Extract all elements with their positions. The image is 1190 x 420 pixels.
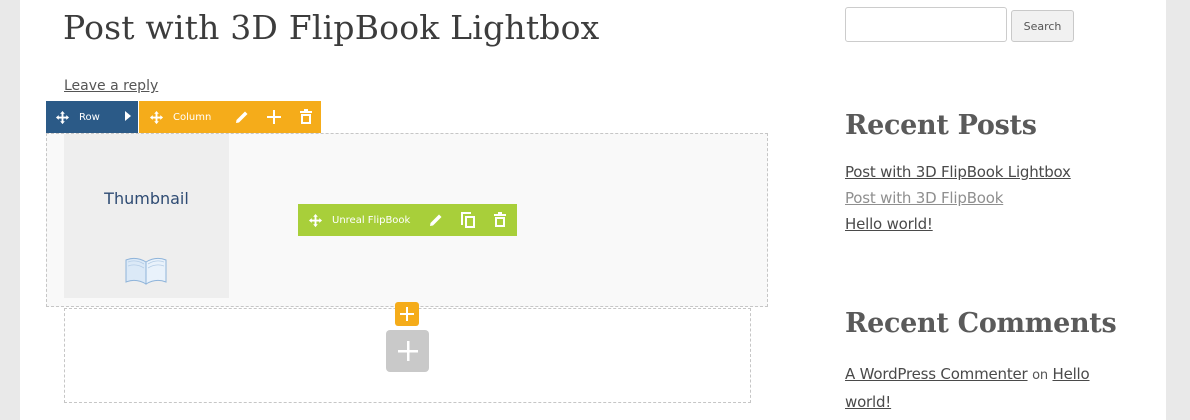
thumbnail-label: Thumbnail: [104, 189, 189, 208]
plus-icon: [400, 307, 414, 321]
comment-author-link[interactable]: A WordPress Commenter: [845, 365, 1028, 383]
leave-reply-link[interactable]: Leave a reply: [64, 78, 158, 94]
widget-label: Unreal FlipBook: [332, 214, 411, 226]
flipbook-thumbnail[interactable]: Thumbnail: [64, 134, 229, 298]
search-button[interactable]: Search: [1011, 10, 1074, 42]
recent-post-link[interactable]: Hello world!: [845, 215, 933, 233]
add-column-button[interactable]: [395, 302, 419, 326]
plus-icon[interactable]: [265, 108, 283, 126]
move-arrows-icon[interactable]: [54, 109, 70, 125]
trash-icon[interactable]: [297, 108, 315, 126]
column-label: Column: [173, 111, 212, 123]
widget-toolbar[interactable]: Unreal FlipBook: [298, 204, 517, 236]
row-label: Row: [79, 111, 100, 123]
open-book-icon: [125, 257, 167, 285]
trash-icon[interactable]: [491, 211, 509, 229]
pencil-icon[interactable]: [233, 108, 251, 126]
chevron-right-icon[interactable]: [125, 111, 131, 121]
post-title: Post with 3D FlipBook Lightbox: [63, 8, 600, 47]
recent-post-link[interactable]: Post with 3D FlipBook: [845, 189, 1003, 207]
row-toolbar[interactable]: Row: [46, 101, 138, 133]
copy-icon[interactable]: [459, 211, 477, 229]
recent-posts-title: Recent Posts: [845, 110, 1037, 141]
move-arrows-icon[interactable]: [307, 212, 323, 228]
plus-icon: [397, 341, 418, 361]
pencil-icon[interactable]: [427, 211, 445, 229]
move-arrows-icon[interactable]: [148, 109, 164, 125]
comment-on-text: on: [1032, 368, 1048, 383]
recent-comment-item: A WordPress Commenter on Hello world!: [845, 361, 1105, 415]
column-toolbar[interactable]: Column: [139, 101, 321, 133]
recent-post-link[interactable]: Post with 3D FlipBook Lightbox: [845, 163, 1071, 181]
recent-comments-title: Recent Comments: [845, 308, 1117, 339]
add-row-button[interactable]: [386, 330, 429, 372]
search-input[interactable]: [845, 7, 1007, 42]
